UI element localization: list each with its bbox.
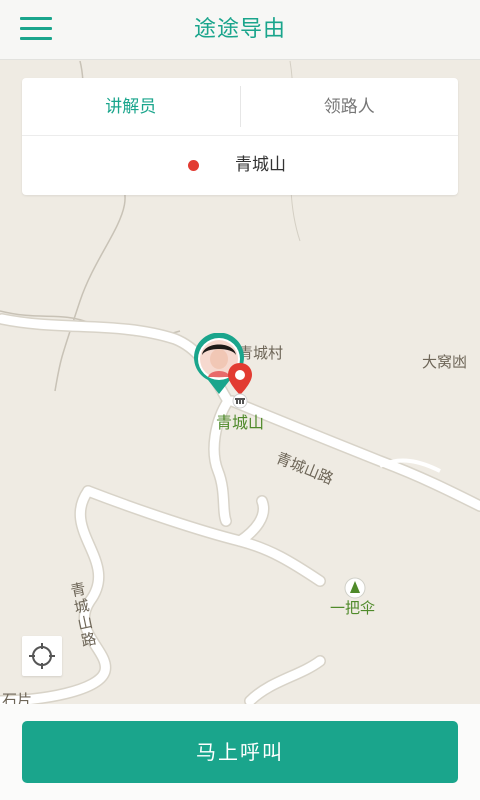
crosshair-icon — [29, 643, 55, 669]
tab-leader[interactable]: 领路人 — [241, 78, 459, 135]
bottom-bar: 马上呼叫 — [0, 704, 480, 800]
destination-dot-icon — [188, 160, 199, 171]
destination-name: 青城山 — [235, 155, 286, 175]
guide-type-tabs: 讲解员 领路人 — [22, 78, 458, 136]
map-label-poi-sw: 石片 — [2, 691, 33, 704]
guide-type-card: 讲解员 领路人 青城山 — [22, 78, 458, 195]
call-now-button[interactable]: 马上呼叫 — [22, 721, 458, 783]
map-label-scenic-spot[interactable]: 青城山 — [216, 409, 264, 433]
destination-row[interactable]: 青城山 — [22, 136, 458, 194]
tab-guide[interactable]: 讲解员 — [22, 78, 240, 135]
map-label-poi-umbrella[interactable]: 一把伞 — [330, 597, 375, 618]
map-label-poi-east: 大窝凼 — [422, 353, 468, 371]
location-pin-icon[interactable] — [226, 361, 254, 409]
tree-poi-icon[interactable] — [344, 577, 366, 599]
locate-button[interactable] — [22, 636, 62, 676]
app-title: 途途导由 — [193, 17, 286, 42]
top-bar: 途途导由 — [0, 0, 480, 60]
